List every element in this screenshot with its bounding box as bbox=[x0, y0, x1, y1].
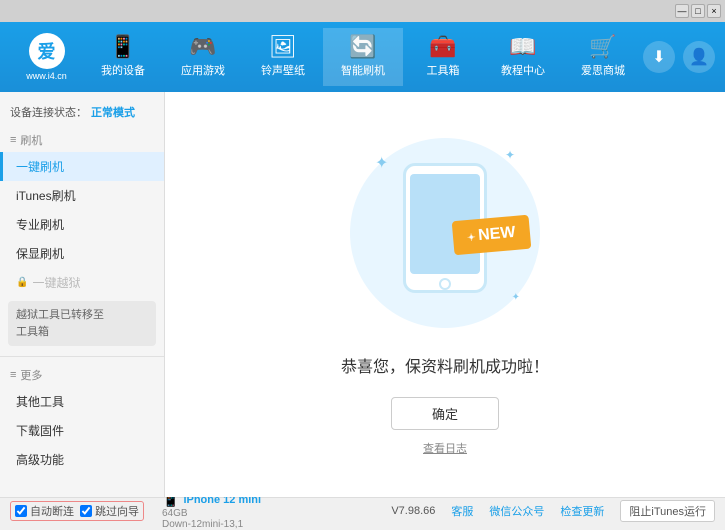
notice-box: 越狱工具已转移至工具箱 bbox=[8, 301, 156, 346]
new-badge: NEW bbox=[452, 215, 531, 256]
nav-my-device[interactable]: 📱 我的设备 bbox=[83, 28, 163, 86]
download-fw-label: 下载固件 bbox=[16, 422, 64, 439]
pro-flash-label: 专业刷机 bbox=[16, 216, 64, 233]
nav-smart-flash-label: 智能刷机 bbox=[341, 62, 385, 78]
title-bar: — □ × bbox=[0, 0, 725, 22]
section2-header: ≡ 更多 bbox=[0, 363, 164, 387]
status-value: 正常模式 bbox=[91, 104, 135, 120]
stop-itunes-btn[interactable]: 阻止iTunes运行 bbox=[620, 500, 715, 522]
nav-smart-flash[interactable]: 🔄 智能刷机 bbox=[323, 28, 403, 86]
main-container: 设备连接状态： 正常模式 ≡ 刷机 一键刷机 iTunes刷机 专业刷机 保显刷… bbox=[0, 92, 725, 497]
notice-text: 越狱工具已转移至工具箱 bbox=[16, 309, 104, 338]
sparkle3-icon: ✦ bbox=[512, 292, 520, 303]
nav-tutorial-label: 教程中心 bbox=[501, 62, 545, 78]
section2-label: 更多 bbox=[20, 367, 42, 383]
service-link[interactable]: 客服 bbox=[451, 503, 473, 519]
header-actions: ⬇ 👤 bbox=[643, 41, 715, 73]
confirm-button[interactable]: 确定 bbox=[391, 397, 499, 430]
nav-toolbox[interactable]: 🧰 工具箱 bbox=[403, 28, 483, 86]
nav-wallpaper[interactable]: 🖼 铃声壁纸 bbox=[243, 28, 323, 86]
nav-bar: 📱 我的设备 🎮 应用游戏 🖼 铃声壁纸 🔄 智能刷机 🧰 工具箱 📖 教程中心… bbox=[83, 28, 643, 86]
tutorial-icon: 📖 bbox=[509, 36, 536, 58]
other-tools-label: 其他工具 bbox=[16, 393, 64, 410]
auto-disconnect-label: 自动断连 bbox=[30, 503, 74, 519]
sidebar-divider bbox=[0, 356, 164, 357]
sidebar-item-pro-flash[interactable]: 专业刷机 bbox=[0, 210, 164, 239]
itunes-flash-label: iTunes刷机 bbox=[16, 187, 76, 204]
shop-icon: 🛒 bbox=[589, 36, 616, 58]
save-flash-label: 保显刷机 bbox=[16, 245, 64, 262]
advanced-label: 高级功能 bbox=[16, 451, 64, 468]
device-storage: 64GB bbox=[162, 508, 261, 519]
section1-icon: ≡ bbox=[10, 134, 16, 146]
sparkle1-icon: ✦ bbox=[375, 153, 388, 173]
nav-wallpaper-label: 铃声壁纸 bbox=[261, 62, 305, 78]
nav-apps-label: 应用游戏 bbox=[181, 62, 225, 78]
sidebar-item-save-flash[interactable]: 保显刷机 bbox=[0, 239, 164, 268]
wallpaper-icon: 🖼 bbox=[269, 36, 297, 58]
sidebar-item-advanced[interactable]: 高级功能 bbox=[0, 445, 164, 474]
skip-wizard-input[interactable] bbox=[80, 505, 92, 517]
logo-area: 爱 www.i4.cn bbox=[10, 33, 83, 81]
device-model: Down-12mini-13,1 bbox=[162, 519, 261, 530]
sidebar-item-jailbreak: 🔒 一键越狱 bbox=[0, 268, 164, 297]
toolbox-icon: 🧰 bbox=[429, 36, 456, 58]
jailbreak-label: 一键越狱 bbox=[32, 274, 80, 291]
content-area: ✦ ✦ ✦ NEW 恭喜您，保资料刷机成功啦！ 确定 查看日志 bbox=[165, 92, 725, 497]
daily-link[interactable]: 查看日志 bbox=[423, 440, 467, 456]
maximize-btn[interactable]: □ bbox=[691, 4, 705, 18]
phone-home-btn bbox=[439, 278, 451, 290]
nav-apps[interactable]: 🎮 应用游戏 bbox=[163, 28, 243, 86]
bottom-right: V7.98.66 客服 微信公众号 检查更新 阻止iTunes运行 bbox=[391, 500, 715, 522]
smart-flash-icon: 🔄 bbox=[349, 36, 376, 58]
minimize-btn[interactable]: — bbox=[675, 4, 689, 18]
logo-circle: 爱 bbox=[29, 33, 65, 69]
status-bar: 设备连接状态： 正常模式 bbox=[0, 100, 164, 128]
status-label: 设备连接状态： bbox=[10, 104, 87, 120]
skip-wizard-checkbox[interactable]: 跳过向导 bbox=[80, 503, 139, 519]
sidebar-item-one-click-flash[interactable]: 一键刷机 bbox=[0, 152, 164, 181]
logo-icon: 爱 bbox=[38, 38, 56, 64]
skip-wizard-label: 跳过向导 bbox=[95, 503, 139, 519]
nav-shop[interactable]: 🛒 爱思商城 bbox=[563, 28, 643, 86]
sidebar-item-itunes-flash[interactable]: iTunes刷机 bbox=[0, 181, 164, 210]
wechat-link[interactable]: 微信公众号 bbox=[489, 503, 544, 519]
section1-header: ≡ 刷机 bbox=[0, 128, 164, 152]
sidebar-item-other-tools[interactable]: 其他工具 bbox=[0, 387, 164, 416]
section1-label: 刷机 bbox=[20, 132, 42, 148]
logo-text: www.i4.cn bbox=[26, 71, 67, 81]
nav-my-device-label: 我的设备 bbox=[101, 62, 145, 78]
nav-toolbox-label: 工具箱 bbox=[427, 62, 460, 78]
check-update-link[interactable]: 检查更新 bbox=[560, 503, 604, 519]
auto-disconnect-checkbox[interactable]: 自动断连 bbox=[15, 503, 74, 519]
auto-disconnect-input[interactable] bbox=[15, 505, 27, 517]
bottom-bar: 自动断连 跳过向导 📱 iPhone 12 mini 64GB Down-12m… bbox=[0, 497, 725, 523]
user-btn[interactable]: 👤 bbox=[683, 41, 715, 73]
sidebar-item-download-fw[interactable]: 下载固件 bbox=[0, 416, 164, 445]
close-btn[interactable]: × bbox=[707, 4, 721, 18]
section2-icon: ≡ bbox=[10, 369, 16, 381]
success-text: 恭喜您，保资料刷机成功啦！ bbox=[341, 353, 549, 377]
phone-illustration: ✦ ✦ ✦ NEW bbox=[345, 133, 545, 333]
header: 爱 www.i4.cn 📱 我的设备 🎮 应用游戏 🖼 铃声壁纸 🔄 智能刷机 … bbox=[0, 22, 725, 92]
version-label: V7.98.66 bbox=[391, 505, 435, 517]
sidebar: 设备连接状态： 正常模式 ≡ 刷机 一键刷机 iTunes刷机 专业刷机 保显刷… bbox=[0, 92, 165, 497]
nav-tutorial[interactable]: 📖 教程中心 bbox=[483, 28, 563, 86]
my-device-icon: 📱 bbox=[109, 36, 136, 58]
nav-shop-label: 爱思商城 bbox=[581, 62, 625, 78]
one-click-flash-label: 一键刷机 bbox=[16, 158, 64, 175]
download-btn[interactable]: ⬇ bbox=[643, 41, 675, 73]
apps-icon: 🎮 bbox=[189, 36, 216, 58]
sparkle2-icon: ✦ bbox=[505, 148, 515, 162]
